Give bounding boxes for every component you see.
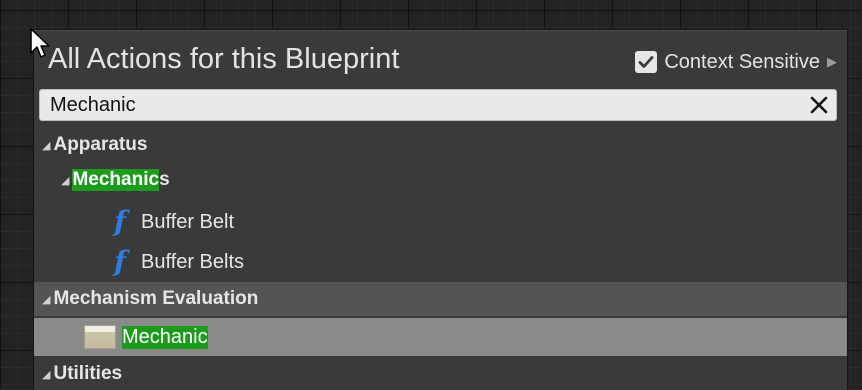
triangle-right-icon[interactable]: ▶ (827, 54, 837, 70)
function-icon: f (113, 205, 127, 238)
context-sensitive-checkbox[interactable] (635, 51, 658, 73)
tree-category-mechanism-evaluation[interactable]: ◢ Mechanism Evaluation (34, 282, 847, 316)
action-menu-title: All Actions for this Blueprint (48, 43, 400, 75)
function-icon: f (113, 245, 127, 278)
tree-item-mechanic[interactable]: Mechanic (34, 318, 847, 356)
tree-item-label: Buffer Belts (141, 250, 245, 273)
tree-item-buffer-belt[interactable]: f Buffer Belt (34, 205, 847, 239)
tree-category-utilities[interactable]: ◢ Utilities (34, 359, 847, 389)
search-match-highlight: Mechanic (122, 325, 208, 349)
tree-category-label: Apparatus (53, 134, 148, 155)
tree-item-label: Buffer Belt (141, 210, 235, 233)
search-input[interactable] (40, 90, 800, 120)
close-icon[interactable] (806, 92, 832, 118)
expand-arrow-icon[interactable]: ◢ (42, 139, 50, 152)
tree-category-label-rest: s (159, 169, 170, 190)
action-menu-header: All Actions for this Blueprint Context S… (34, 31, 847, 89)
tree-category-apparatus[interactable]: ◢ Apparatus (34, 130, 847, 160)
tree-category-label: Mechanism Evaluation (53, 288, 259, 309)
search-match-highlight: Mechanic (72, 169, 160, 191)
mouse-cursor-icon (30, 28, 50, 58)
struct-variable-icon (84, 325, 116, 349)
context-sensitive-label: Context Sensitive (664, 50, 820, 73)
tree-category-label: Utilities (53, 363, 123, 384)
tree-item-buffer-belts[interactable]: f Buffer Belts (34, 245, 847, 279)
expand-arrow-icon[interactable]: ◢ (42, 293, 50, 306)
search-box[interactable] (39, 89, 837, 121)
expand-arrow-icon[interactable]: ◢ (61, 174, 69, 187)
tree-category-mechanics[interactable]: ◢ Mechanic s (34, 165, 847, 195)
expand-arrow-icon[interactable]: ◢ (42, 368, 50, 381)
checkmark-icon (638, 56, 654, 68)
action-menu-panel: All Actions for this Blueprint Context S… (34, 30, 847, 390)
context-sensitive-toggle[interactable]: Context Sensitive ▶ (635, 49, 837, 75)
